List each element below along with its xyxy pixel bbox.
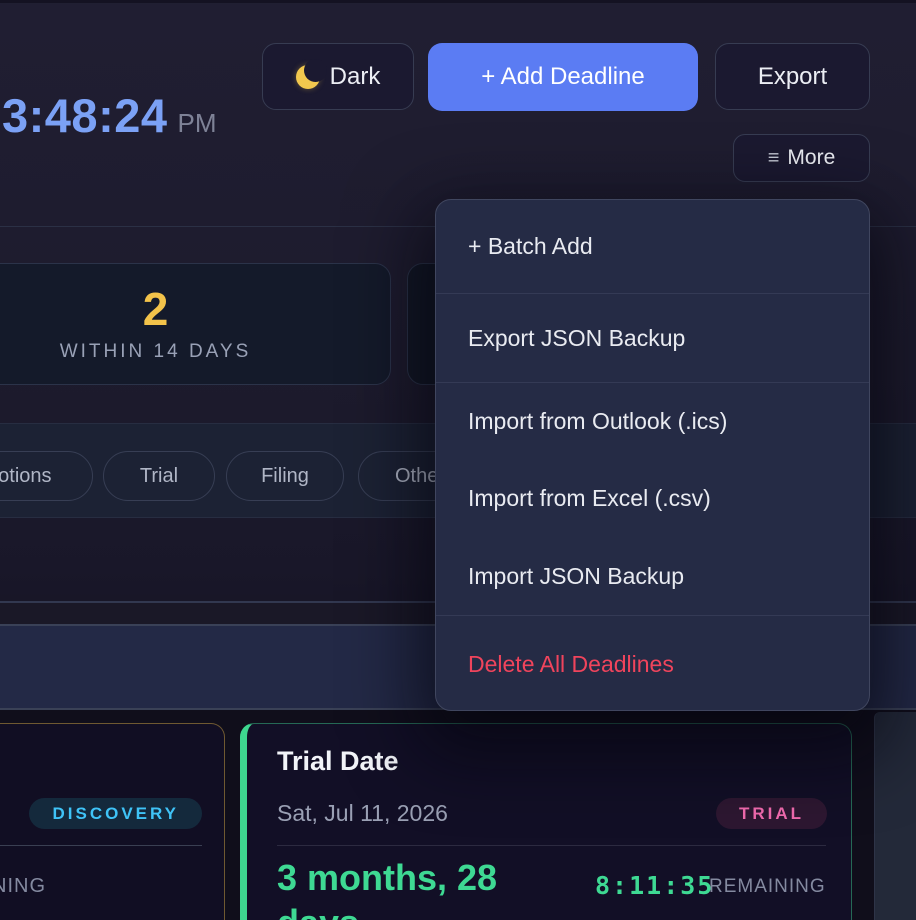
top-strip bbox=[0, 0, 916, 4]
menu-item-label: Import from Outlook (.ics) bbox=[468, 408, 727, 435]
card-divider bbox=[277, 845, 826, 846]
deadline-date: Sat, Jul 11, 2026 bbox=[277, 800, 448, 827]
card-divider bbox=[0, 845, 202, 846]
category-badge-discovery: DISCOVERY bbox=[29, 798, 202, 829]
hamburger-icon: ≡ bbox=[768, 147, 780, 170]
chip-label: Filing bbox=[261, 465, 309, 488]
category-badge-trial: TRIAL bbox=[716, 798, 827, 829]
app-window: 3:48:24 PM Dark + Add Deadline Export ≡ … bbox=[0, 0, 916, 920]
filter-chip-filing[interactable]: Filing bbox=[226, 451, 344, 501]
menu-item-label: + Batch Add bbox=[468, 233, 593, 260]
menu-item-label: Import from Excel (.csv) bbox=[468, 485, 711, 512]
remaining-label: REMAINING bbox=[0, 875, 46, 898]
menu-item-import-excel[interactable]: Import from Excel (.csv) bbox=[436, 460, 869, 537]
stat-label: WITHIN 14 DAYS bbox=[60, 341, 252, 363]
theme-toggle-label: Dark bbox=[330, 63, 381, 91]
deadline-card-trial[interactable]: Trial Date Sat, Jul 11, 2026 TRIAL 3 mon… bbox=[240, 723, 852, 920]
menu-item-export-json[interactable]: Export JSON Backup bbox=[436, 294, 869, 382]
filter-chip-trial[interactable]: Trial bbox=[103, 451, 215, 501]
more-label: More bbox=[787, 146, 835, 170]
moon-icon bbox=[296, 65, 320, 89]
filter-chip-motions[interactable]: Motions bbox=[0, 451, 93, 501]
export-label: Export bbox=[758, 63, 827, 91]
deadline-card-discovery[interactable]: DISCOVERY REMAINING bbox=[0, 723, 225, 920]
menu-item-label: Delete All Deadlines bbox=[468, 651, 674, 678]
add-deadline-button[interactable]: + Add Deadline bbox=[428, 43, 698, 111]
export-button[interactable]: Export bbox=[715, 43, 870, 110]
more-button[interactable]: ≡ More bbox=[733, 134, 870, 182]
menu-item-import-outlook[interactable]: Import from Outlook (.ics) bbox=[436, 383, 869, 460]
menu-item-label: Import JSON Backup bbox=[468, 563, 684, 590]
live-clock: 3:48:24 PM bbox=[2, 88, 217, 143]
clock-time: 3:48:24 bbox=[2, 88, 168, 143]
add-deadline-label: + Add Deadline bbox=[481, 63, 644, 91]
chip-label: Motions bbox=[0, 465, 52, 488]
menu-item-import-json[interactable]: Import JSON Backup bbox=[436, 537, 869, 615]
clock-meridiem: PM bbox=[178, 108, 217, 139]
stat-card-within-14-days: 2 WITHIN 14 DAYS bbox=[0, 263, 391, 385]
deadline-title: Trial Date bbox=[277, 746, 399, 777]
remaining-label: REMAINING bbox=[709, 876, 826, 898]
deadline-card-partial bbox=[874, 712, 916, 920]
chip-label: Trial bbox=[140, 465, 178, 488]
countdown-timer: 8:11:35 bbox=[595, 871, 714, 900]
theme-toggle-button[interactable]: Dark bbox=[262, 43, 414, 110]
menu-item-batch-add[interactable]: + Batch Add bbox=[436, 200, 869, 293]
menu-item-delete-all[interactable]: Delete All Deadlines bbox=[436, 616, 869, 711]
menu-item-label: Export JSON Backup bbox=[468, 325, 685, 352]
duration-text: 3 months, 28 days bbox=[277, 855, 532, 920]
more-dropdown-menu: + Batch Add Export JSON Backup Import fr… bbox=[435, 199, 870, 711]
stat-value: 2 bbox=[143, 286, 169, 332]
